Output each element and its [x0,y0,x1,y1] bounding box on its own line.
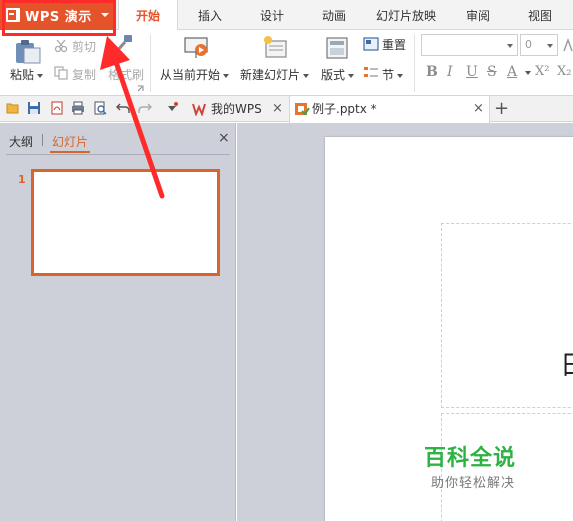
font-size-select[interactable]: 0 [520,34,558,56]
format-painter-button[interactable]: 格式刷 [108,66,144,83]
ribbon-separator [414,34,415,92]
pptx-file-icon [295,103,310,116]
copy-icon [54,66,68,80]
section-icon [364,67,378,77]
grow-font-icon[interactable] [563,38,573,52]
chevron-down-icon [101,13,109,17]
menu-bar: WPS 演示 开始 插入 设计 动画 幻灯片放映 审阅 视图 [0,0,573,31]
folder-open-icon[interactable] [6,101,20,115]
font-size-value: 0 [525,38,532,51]
close-icon[interactable]: × [473,96,484,122]
tab-example-pptx[interactable]: 例子.pptx * × [289,96,490,123]
superscript-button[interactable]: X² [535,64,549,79]
layout-label: 版式 [321,68,346,82]
wps-logo-icon [6,8,20,22]
app-menu-button[interactable]: WPS 演示 [0,0,114,30]
reset-icon [363,37,379,51]
slide-number: 1 [18,173,26,186]
tab-view[interactable]: 视图 [514,0,566,30]
bold-button[interactable]: B [426,64,438,80]
tab-slideshow[interactable]: 幻灯片放映 [370,0,442,30]
from-current-label: 从当前开始 [160,68,221,82]
tab-outline[interactable]: 大纲 [9,133,33,150]
font-name-select[interactable] [421,34,518,56]
new-slide-icon [264,36,287,58]
customize-icon[interactable] [165,101,179,115]
save-icon[interactable] [27,101,41,115]
scissors-icon [54,39,68,53]
ribbon-separator [150,34,151,92]
tab-animation[interactable]: 动画 [308,0,360,30]
font-color-button[interactable]: A [507,64,517,80]
export-pdf-icon[interactable] [50,101,64,115]
ribbon: 粘贴 剪切 复制 格式刷 从当前开始 新建幻灯片 版式 重置 节 0 [0,30,573,96]
slides-pane: 大纲 幻灯片 × 1 [0,123,236,521]
chevron-down-icon [348,73,355,78]
title-placeholder[interactable] [441,223,573,408]
strikethrough-button[interactable]: S [487,64,497,80]
format-painter-icon [115,35,132,52]
italic-button[interactable]: I [447,64,453,80]
new-slide-button[interactable]: 新建幻灯片 [240,66,310,83]
chevron-down-icon [547,44,553,48]
new-tab-button[interactable]: + [494,96,510,122]
cut-button[interactable]: 剪切 [72,38,96,55]
slide-thumbnail[interactable] [31,169,220,276]
print-preview-icon[interactable] [93,101,107,115]
layout-icon [326,37,348,59]
subscript-button[interactable]: X₂ [557,64,571,79]
chevron-down-icon [525,71,531,75]
tab-insert[interactable]: 插入 [184,0,236,30]
active-tab-indicator [50,151,90,153]
tab-design[interactable]: 设计 [246,0,298,30]
section-label: 节 [382,68,395,82]
chevron-down-icon [223,73,230,78]
undo-icon[interactable] [116,101,130,115]
app-menu-label: WPS 演示 [25,9,92,25]
tab-label: 我的WPS [211,102,262,116]
underline-button[interactable]: U [466,64,478,80]
chevron-down-icon [37,73,44,78]
tab-review[interactable]: 审阅 [452,0,504,30]
tab-my-wps[interactable]: 我的WPS × [184,96,289,122]
paste-label: 粘贴 [10,68,35,82]
section-button[interactable]: 节 [382,66,404,83]
tab-slides[interactable]: 幻灯片 [52,133,88,150]
new-slide-label: 新建幻灯片 [240,68,301,82]
close-icon[interactable]: × [218,130,230,146]
watermark-title: 百科全说 [424,446,517,471]
paste-icon [16,40,41,64]
tab-home[interactable]: 开始 [118,0,178,31]
tab-label: 例子.pptx * [312,102,377,116]
wps-logo-icon [192,103,206,116]
watermark-subtitle: 助你轻松解决 [431,476,516,491]
close-icon[interactable]: × [272,96,283,122]
placeholder-text-fragment: 日 [560,345,573,382]
chevron-down-icon [397,73,404,78]
play-from-current-icon [184,37,208,58]
from-current-button[interactable]: 从当前开始 [160,66,230,83]
redo-icon[interactable] [138,101,152,115]
copy-button[interactable]: 复制 [72,66,96,83]
pane-tabs: 大纲 幻灯片 × [0,123,236,155]
pane-tab-divider [42,134,43,146]
print-icon[interactable] [71,101,85,115]
dialog-launcher-icon[interactable] [137,85,144,92]
chevron-down-icon [507,44,513,48]
pane-divider-line [6,154,230,155]
reset-button[interactable]: 重置 [382,36,406,53]
layout-button[interactable]: 版式 [321,66,355,83]
paste-button[interactable]: 粘贴 [10,66,44,83]
chevron-down-icon [303,73,310,78]
